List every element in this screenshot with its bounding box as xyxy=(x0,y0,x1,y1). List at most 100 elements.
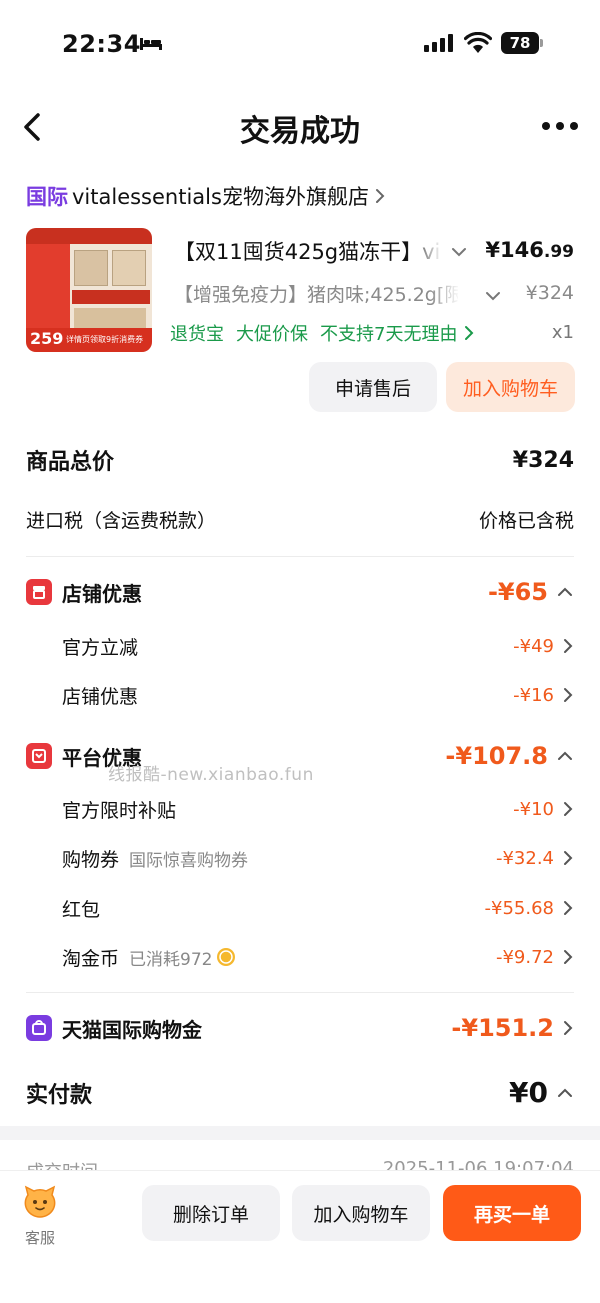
chevron-right-icon xyxy=(564,639,573,653)
discount-item[interactable]: 红包 -¥55.68 xyxy=(62,893,574,923)
shop-link[interactable]: 国际 vitalessentials宠物海外旗舰店 xyxy=(26,178,387,214)
goods-total-value: ¥324 xyxy=(512,447,574,473)
discount-item[interactable]: 官方限时补贴 -¥10 xyxy=(62,794,574,824)
taojinbi-coin-icon xyxy=(217,948,236,966)
battery-tip xyxy=(540,39,543,47)
chevron-right-icon xyxy=(564,688,573,702)
price-integer: ¥146 xyxy=(485,238,544,262)
chevron-up-icon xyxy=(558,1088,572,1097)
add-to-cart-bottom-button[interactable]: 加入购物车 xyxy=(292,1185,430,1241)
thumb-package xyxy=(74,250,108,286)
international-badge: 国际 xyxy=(26,185,68,209)
watermark: 线报酷-new.xianbao.fun xyxy=(108,765,314,785)
bottom-action-bar: 客服 删除订单 加入购物车 再买一单 xyxy=(0,1170,600,1303)
discount-amount: -¥55.68 xyxy=(484,897,554,919)
chevron-up-icon xyxy=(558,587,572,596)
product-price: ¥146.99 xyxy=(485,238,574,262)
shop-discount-title: 店铺优惠 xyxy=(62,581,142,606)
tmall-gold-amount: -¥151.2 xyxy=(451,1014,554,1042)
service-tags[interactable]: 退货宝 大促价保 不支持7天无理由 xyxy=(170,320,475,346)
discount-amount: -¥49 xyxy=(513,635,554,657)
price-decimal: .99 xyxy=(543,242,574,262)
import-tax-label: 进口税（含运费税款） xyxy=(26,510,217,532)
import-tax-value: 价格已含税 xyxy=(478,510,574,532)
divider xyxy=(26,556,574,557)
discount-amount: -¥32.4 xyxy=(495,847,554,869)
delete-order-button[interactable]: 删除订单 xyxy=(142,1185,280,1241)
discount-label: 红包 xyxy=(62,898,101,921)
customer-service-icon xyxy=(24,1185,56,1218)
chevron-right-icon xyxy=(564,950,573,964)
chevron-right-icon xyxy=(375,189,385,203)
store-icon xyxy=(26,579,52,605)
battery-indicator: 78 xyxy=(501,32,545,54)
wifi-icon xyxy=(464,32,492,53)
discount-item[interactable]: 店铺优惠 -¥16 xyxy=(62,680,574,710)
status-time: 22:34 xyxy=(62,30,141,58)
divider xyxy=(26,992,574,993)
platform-icon xyxy=(26,743,52,769)
tmall-gold-row[interactable]: 天猫国际购物金 -¥151.2 xyxy=(26,1008,574,1048)
thumb-banner xyxy=(26,228,152,244)
more-options-icon[interactable] xyxy=(540,120,580,132)
paid-label: 实付款 xyxy=(26,1082,93,1108)
discount-item[interactable]: 淘金币 已消耗972 -¥9.72 xyxy=(62,942,574,972)
product-title[interactable]: 【双11囤货425g猫冻干】vi xyxy=(174,236,440,266)
discount-amount: -¥10 xyxy=(513,798,554,820)
paid-row[interactable]: 实付款 ¥0 xyxy=(26,1076,574,1109)
shopping-bag-icon xyxy=(26,1015,52,1041)
battery-level: 78 xyxy=(501,32,539,54)
thumb-note: 详情页领取9折消费券 xyxy=(66,335,144,344)
goods-total-label: 商品总价 xyxy=(26,450,115,475)
customer-service-label: 客服 xyxy=(24,1229,55,1247)
discount-detail: 国际惊喜购物券 xyxy=(129,850,249,871)
discount-label: 购物券 xyxy=(62,848,120,871)
sku-fade xyxy=(430,280,460,308)
chevron-up-icon xyxy=(558,751,572,760)
shop-name: vitalessentials宠物海外旗舰店 xyxy=(72,185,369,209)
chevron-right-icon xyxy=(564,1021,573,1035)
thumb-promo-panel xyxy=(26,244,70,328)
discount-detail: 已消耗972 xyxy=(129,949,213,970)
status-bar: 22:34 78 xyxy=(0,0,600,90)
thumb-strip xyxy=(72,290,150,304)
thumb-package xyxy=(74,308,146,330)
title-fade xyxy=(406,236,442,264)
page-title: 交易成功 xyxy=(240,114,360,149)
discount-item[interactable]: 官方立减 -¥49 xyxy=(62,631,574,661)
shop-discount-header[interactable]: 店铺优惠 -¥65 xyxy=(26,572,574,612)
tmall-gold-title: 天猫国际购物金 xyxy=(62,1017,202,1042)
paid-amount: ¥0 xyxy=(509,1076,548,1109)
goods-total-row: 商品总价 ¥324 xyxy=(26,444,574,476)
discount-item[interactable]: 购物券 国际惊喜购物券 -¥32.4 xyxy=(62,843,574,873)
chevron-down-icon[interactable] xyxy=(450,246,468,258)
customer-service-button[interactable]: 客服 xyxy=(18,1185,62,1248)
buy-again-button[interactable]: 再买一单 xyxy=(443,1185,581,1241)
add-to-cart-button[interactable]: 加入购物车 xyxy=(446,362,575,412)
discount-label: 淘金币 xyxy=(62,947,120,970)
discount-amount: -¥9.72 xyxy=(495,946,554,968)
section-separator xyxy=(0,1126,600,1140)
sleep-focus-icon xyxy=(140,38,162,50)
nav-bar: 交易成功 xyxy=(0,96,600,158)
chevron-right-icon xyxy=(564,851,573,865)
discount-label: 官方限时补贴 xyxy=(62,799,177,822)
service-tag: 退货宝 xyxy=(170,324,224,345)
service-tag: 大促价保 xyxy=(236,324,308,345)
quantity: x1 xyxy=(551,322,574,343)
platform-discount-amount: -¥107.8 xyxy=(445,742,548,770)
cellular-signal-icon xyxy=(424,34,453,52)
chevron-down-icon[interactable] xyxy=(484,290,502,302)
product-sku[interactable]: 【增强免疫力】猪肉味;425.2g[限 xyxy=(174,280,458,307)
chevron-right-icon xyxy=(564,802,573,816)
import-tax-row: 进口税（含运费税款） 价格已含税 xyxy=(26,506,574,533)
after-sale-button[interactable]: 申请售后 xyxy=(309,362,437,412)
discount-amount: -¥16 xyxy=(513,684,554,706)
original-price: ¥324 xyxy=(525,282,574,304)
thumb-package xyxy=(112,250,146,286)
discount-label: 官方立减 xyxy=(62,636,139,659)
product-thumbnail[interactable]: 259 详情页领取9折消费券 xyxy=(26,228,152,352)
discount-label: 店铺优惠 xyxy=(62,685,139,708)
chevron-right-icon xyxy=(564,901,573,915)
chevron-right-icon xyxy=(465,326,474,340)
